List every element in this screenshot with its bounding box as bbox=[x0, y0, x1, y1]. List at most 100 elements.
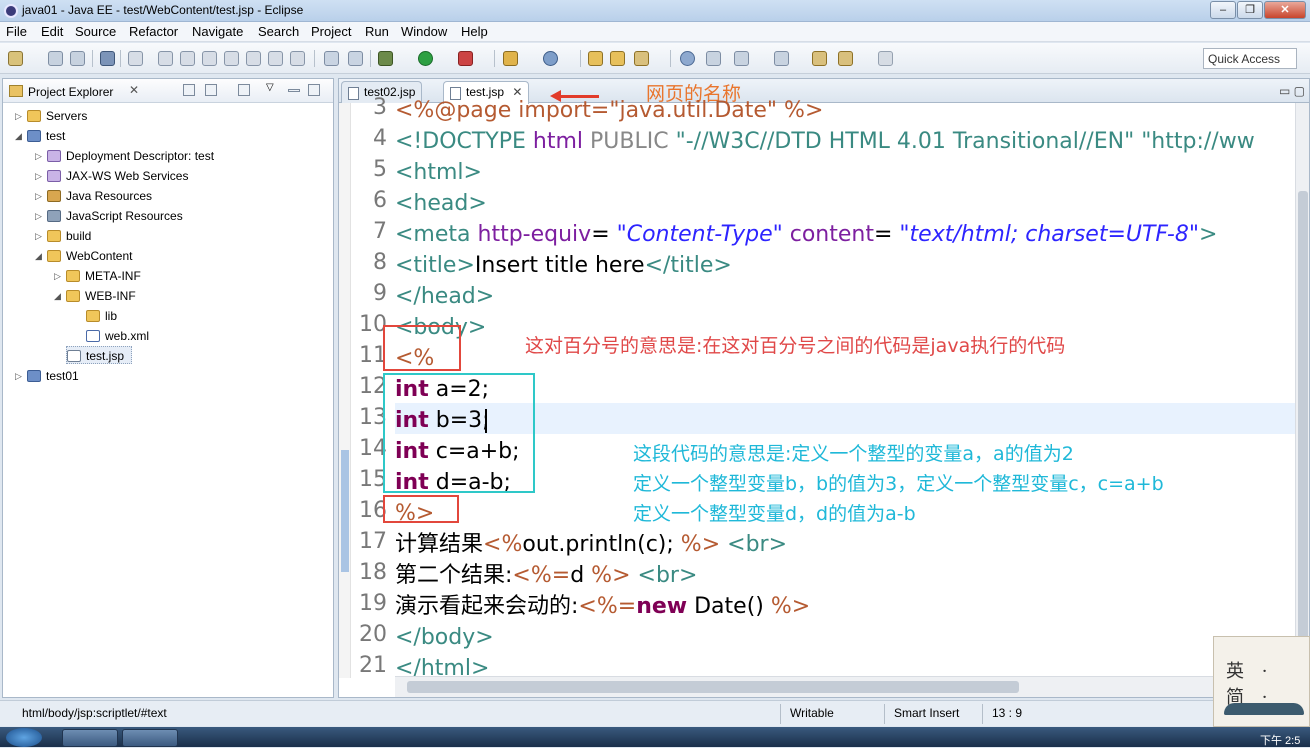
scriptlet-close-highlight-box bbox=[383, 495, 459, 523]
menu-project[interactable]: Project bbox=[311, 24, 351, 39]
annotation-icon[interactable] bbox=[706, 51, 721, 66]
save-all-icon[interactable] bbox=[70, 51, 85, 66]
menu-file[interactable]: File bbox=[6, 24, 27, 39]
clock: 下午 2:5 bbox=[1260, 735, 1301, 747]
minimize-view-icon[interactable] bbox=[288, 89, 300, 92]
forward-icon[interactable] bbox=[878, 51, 893, 66]
line-number: 17 bbox=[359, 529, 387, 554]
expand-icon[interactable]: ▷ bbox=[35, 187, 45, 205]
open-task-icon[interactable] bbox=[610, 51, 625, 66]
open-type-icon[interactable] bbox=[588, 51, 603, 66]
menu-window[interactable]: Window bbox=[401, 24, 447, 39]
collapse-icon[interactable]: ◢ bbox=[15, 127, 25, 145]
code-line-5: <html> bbox=[395, 160, 482, 185]
menu-help[interactable]: Help bbox=[461, 24, 488, 39]
close-button[interactable]: ✕ bbox=[1264, 1, 1306, 19]
expand-icon[interactable]: ▷ bbox=[15, 367, 25, 385]
expand-icon[interactable]: ▷ bbox=[35, 207, 45, 225]
menu-bar: File Edit Source Refactor Navigate Searc… bbox=[0, 22, 1310, 42]
ime-widget[interactable]: 英 · 简 · bbox=[1213, 636, 1310, 727]
expand-icon[interactable]: ▷ bbox=[35, 167, 45, 185]
browser-icon[interactable] bbox=[680, 51, 695, 66]
link-editor-icon[interactable] bbox=[205, 84, 217, 96]
expand-icon[interactable]: ▷ bbox=[35, 147, 45, 165]
disconnect-icon[interactable] bbox=[224, 51, 239, 66]
next-annotation-icon[interactable] bbox=[734, 51, 749, 66]
vertical-scrollbar[interactable] bbox=[1295, 103, 1309, 678]
folder-icon bbox=[66, 270, 80, 282]
editor-minimize-maximize[interactable]: ▭ ▢ bbox=[1279, 84, 1305, 98]
code-line-3: <%@page import="java.util.Date" %> bbox=[395, 98, 824, 123]
menu-source[interactable]: Source bbox=[75, 24, 116, 39]
new-class-icon[interactable] bbox=[543, 51, 558, 66]
expand-icon[interactable]: ▷ bbox=[54, 267, 64, 285]
step-over-icon[interactable] bbox=[268, 51, 283, 66]
minimize-button[interactable]: – bbox=[1210, 1, 1236, 19]
menu-search[interactable]: Search bbox=[258, 24, 299, 39]
chrome-task-icon[interactable] bbox=[62, 729, 118, 747]
suspend-icon[interactable] bbox=[180, 51, 195, 66]
line-number: 7 bbox=[373, 219, 387, 244]
save-icon[interactable] bbox=[48, 51, 63, 66]
step-into-icon[interactable] bbox=[246, 51, 261, 66]
resume-icon[interactable] bbox=[158, 51, 173, 66]
collapse-icon[interactable]: ◢ bbox=[35, 247, 45, 265]
new-icon[interactable] bbox=[8, 51, 23, 66]
eclipse-task-icon[interactable] bbox=[122, 729, 178, 747]
maximize-button[interactable]: ❐ bbox=[1237, 1, 1263, 19]
new-java-project-icon[interactable] bbox=[503, 51, 518, 66]
back-icon[interactable] bbox=[838, 51, 853, 66]
collapse-icon[interactable]: ◢ bbox=[54, 287, 64, 305]
previous-annotation-icon[interactable] bbox=[774, 51, 789, 66]
code-line-7: <meta http-equiv= "Content-Type" content… bbox=[395, 222, 1218, 247]
code-line-19: 演示看起来会动的:<%=new Date() %> bbox=[395, 594, 811, 619]
focus-icon[interactable] bbox=[238, 84, 250, 96]
maximize-view-icon[interactable] bbox=[308, 84, 320, 96]
terminate-icon[interactable] bbox=[202, 51, 217, 66]
menu-navigate[interactable]: Navigate bbox=[192, 24, 243, 39]
javascript-resources-icon bbox=[47, 210, 61, 222]
window-controls: – ❐ ✕ bbox=[1210, 1, 1306, 19]
horizontal-scrollbar[interactable] bbox=[395, 676, 1297, 697]
close-view-icon[interactable]: ✕ bbox=[129, 83, 139, 97]
server-icon[interactable] bbox=[348, 51, 363, 66]
folder-icon bbox=[27, 110, 41, 122]
code-line-6: <head> bbox=[395, 191, 487, 216]
ime-boat-icon bbox=[1224, 703, 1304, 715]
outline-icon[interactable] bbox=[324, 51, 339, 66]
line-number: 18 bbox=[359, 560, 387, 585]
quick-access-input[interactable]: Quick Access bbox=[1203, 48, 1297, 69]
project-icon bbox=[27, 370, 41, 382]
start-button[interactable] bbox=[6, 728, 42, 747]
code-annotation-line-2: 定义一个整型变量b，b的值为3，定义一个整型变量c，c=a+b bbox=[633, 473, 1164, 495]
project-explorer-icon bbox=[9, 85, 23, 97]
step-return-icon[interactable] bbox=[290, 51, 305, 66]
project-explorer-panel: Project Explorer ✕ ▽ ▷ Servers ◢ test ▷ … bbox=[2, 78, 334, 698]
external-tools-icon[interactable] bbox=[458, 51, 473, 66]
view-menu-icon[interactable]: ▽ bbox=[266, 82, 278, 94]
menu-edit[interactable]: Edit bbox=[41, 24, 63, 39]
eclipse-icon bbox=[4, 4, 18, 18]
horizontal-scroll-thumb[interactable] bbox=[407, 681, 1019, 693]
code-area[interactable]: <%@page import="java.util.Date" %> <!DOC… bbox=[383, 98, 1300, 681]
folder-icon bbox=[47, 250, 61, 262]
expand-icon[interactable]: ▷ bbox=[15, 107, 25, 125]
code-line-4: <!DOCTYPE html PUBLIC "-//W3C//DTD HTML … bbox=[395, 129, 1255, 154]
menu-refactor[interactable]: Refactor bbox=[129, 24, 178, 39]
collapse-all-icon[interactable] bbox=[183, 84, 195, 96]
last-edit-icon[interactable] bbox=[812, 51, 827, 66]
debug-icon[interactable] bbox=[378, 51, 393, 66]
expand-icon[interactable]: ▷ bbox=[35, 227, 45, 245]
search-icon[interactable] bbox=[634, 51, 649, 66]
status-path: html/body/jsp:scriptlet/#text bbox=[22, 706, 167, 720]
print-icon[interactable] bbox=[100, 51, 115, 66]
deployment-descriptor-icon bbox=[47, 150, 61, 162]
skip-breakpoints-icon[interactable] bbox=[128, 51, 143, 66]
run-icon[interactable] bbox=[418, 51, 433, 66]
line-number: 6 bbox=[373, 188, 387, 213]
menu-run[interactable]: Run bbox=[365, 24, 389, 39]
vertical-scroll-thumb[interactable] bbox=[1298, 191, 1308, 653]
project-explorer-title[interactable]: Project Explorer bbox=[28, 85, 113, 99]
code-annotation-line-3: 定义一个整型变量d，d的值为a-b bbox=[633, 503, 916, 525]
line-number: 8 bbox=[373, 250, 387, 275]
